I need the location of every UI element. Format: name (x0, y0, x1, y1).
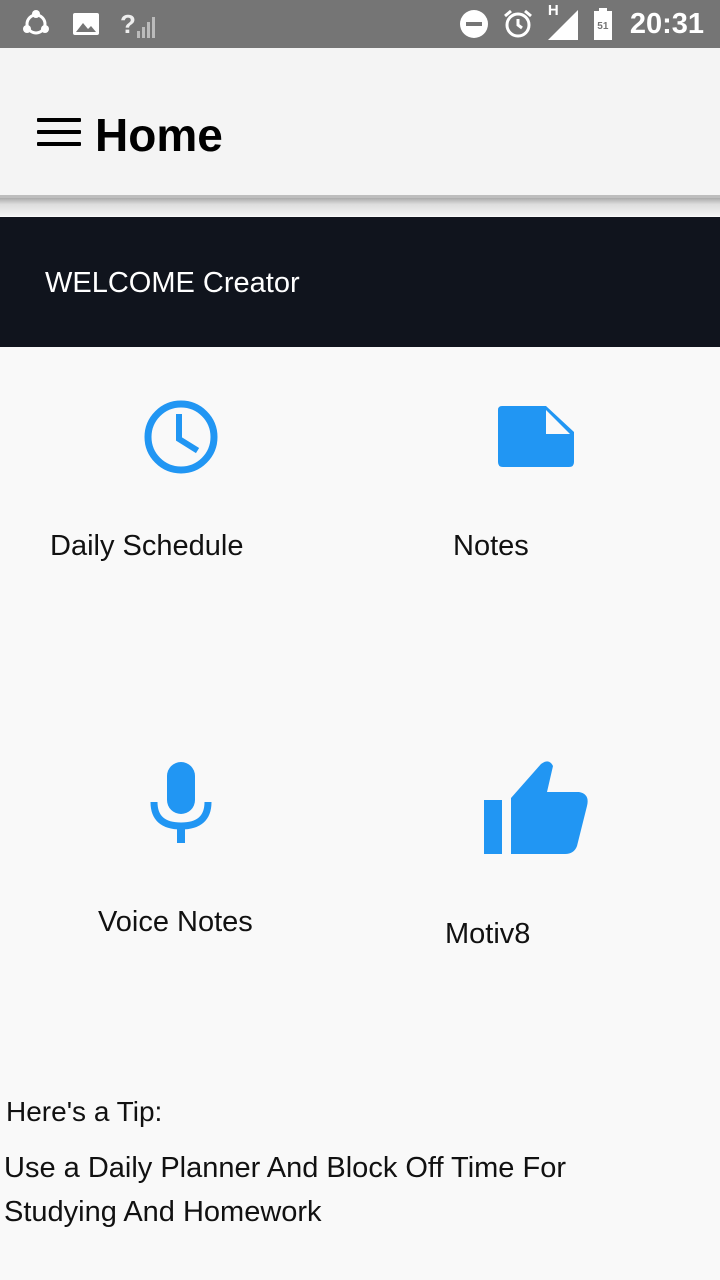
no-signal-icon: ? (120, 9, 158, 39)
motiv8-label[interactable]: Motiv8 (445, 918, 530, 951)
motiv8-button[interactable] (483, 758, 591, 856)
clock-icon (144, 400, 218, 474)
battery-icon: 51 (592, 7, 614, 41)
voice-notes-button[interactable] (150, 762, 212, 844)
page-title: Home (95, 109, 223, 161)
welcome-text: WELCOME Creator (45, 267, 300, 299)
note-icon (498, 406, 574, 467)
do-not-disturb-icon (459, 10, 488, 38)
microphone-icon (150, 762, 212, 843)
tip-title: Here's a Tip: (6, 1096, 163, 1127)
battery-level-text: 51 (597, 21, 609, 32)
status-bar: ? H 51 20:31 (0, 0, 720, 48)
signal-unknown-text: ? (120, 9, 136, 39)
status-time: 20:31 (629, 8, 704, 40)
app-bar: Home (0, 48, 720, 198)
welcome-banner: WELCOME Creator (0, 217, 720, 347)
notes-label[interactable]: Notes (453, 530, 529, 563)
gallery-icon (73, 13, 99, 35)
daily-schedule-button[interactable] (143, 399, 219, 475)
app-bar-shadow (0, 198, 720, 216)
alarm-icon (503, 9, 532, 38)
tip-body: Use a Daily Planner And Block Off Time F… (4, 1152, 566, 1228)
hamburger-menu-icon[interactable] (37, 118, 81, 150)
voice-notes-label[interactable]: Voice Notes (98, 906, 253, 939)
thumbs-up-icon (484, 761, 588, 854)
notes-button[interactable] (498, 406, 574, 468)
daily-schedule-label[interactable]: Daily Schedule (50, 530, 243, 563)
sync-icon (23, 10, 49, 35)
cell-signal-icon: H (546, 2, 580, 42)
